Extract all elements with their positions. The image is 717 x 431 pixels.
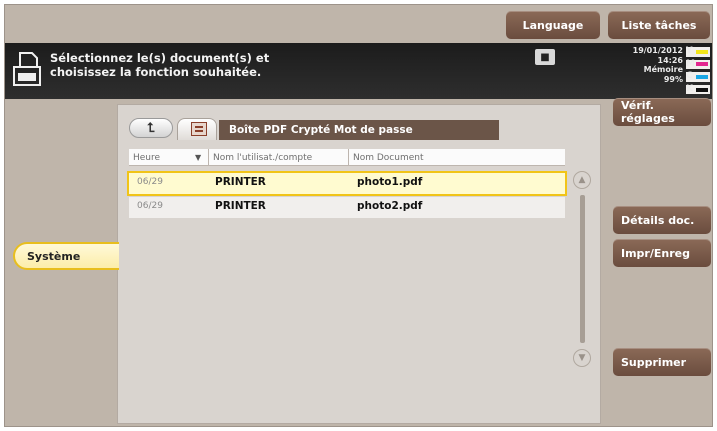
box-icon bbox=[191, 122, 207, 136]
memory-label: Mémoire bbox=[643, 65, 683, 75]
instruction-message: Sélectionnez le(s) document(s) et choisi… bbox=[50, 51, 270, 79]
box-title: Boîte PDF Crypté Mot de passe bbox=[219, 120, 499, 140]
row-user: PRINTER bbox=[215, 200, 266, 212]
status-time: 14:26 bbox=[657, 55, 683, 65]
table-row[interactable]: 06/29 PRINTER photo1.pdf bbox=[127, 171, 567, 196]
toner-bar bbox=[696, 74, 708, 79]
table-row[interactable]: 06/29 PRINTER photo2.pdf bbox=[129, 197, 565, 218]
toner-label: C bbox=[686, 71, 693, 82]
document-list: 06/29 PRINTER photo1.pdf 06/29 PRINTER p… bbox=[127, 171, 567, 221]
box-tab[interactable] bbox=[177, 118, 217, 140]
status-readout: 19/01/2012 14:26 Mémoire 99% bbox=[601, 46, 683, 84]
table-header: Heure ▼ Nom l'utilisat./compte Nom Docume… bbox=[129, 149, 565, 166]
scroll-track[interactable] bbox=[580, 195, 585, 343]
scroll-down-icon[interactable]: ▼ bbox=[573, 349, 591, 367]
memory-value: 99% bbox=[663, 74, 683, 84]
language-button[interactable]: Language bbox=[506, 11, 600, 39]
up-arrow-icon[interactable]: ⮤ bbox=[129, 118, 173, 138]
row-document: photo1.pdf bbox=[357, 176, 423, 188]
toner-label: K bbox=[686, 84, 693, 95]
status-date: 19/01/2012 bbox=[632, 46, 683, 55]
print-save-button[interactable]: Impr/Enreg bbox=[613, 239, 711, 267]
task-list-button[interactable]: Liste tâches bbox=[608, 11, 710, 39]
verify-settings-button[interactable]: Vérif. réglages bbox=[613, 98, 711, 126]
document-icon bbox=[13, 52, 41, 86]
column-header-document[interactable]: Nom Document bbox=[349, 149, 565, 166]
column-header-user[interactable]: Nom l'utilisat./compte bbox=[209, 149, 349, 166]
device-screen: Language Liste tâches Sélectionnez le(s)… bbox=[4, 4, 713, 427]
column-header-time[interactable]: Heure ▼ bbox=[129, 149, 209, 166]
toner-bar bbox=[696, 62, 708, 67]
message-bar: Sélectionnez le(s) document(s) et choisi… bbox=[5, 43, 712, 99]
delete-button[interactable]: Supprimer bbox=[613, 348, 711, 376]
toner-row: K bbox=[686, 85, 710, 95]
toner-bar bbox=[696, 49, 708, 54]
row-time: 06/29 bbox=[137, 177, 163, 187]
toner-row: C bbox=[686, 72, 710, 82]
toner-row: M bbox=[686, 58, 710, 70]
column-label-time: Heure bbox=[133, 152, 161, 163]
toner-bar bbox=[696, 87, 708, 92]
toner-row: Y bbox=[686, 47, 710, 57]
row-time: 06/29 bbox=[137, 201, 163, 211]
sort-down-icon: ▼ bbox=[195, 153, 202, 162]
scroll-up-icon[interactable]: ▲ bbox=[573, 171, 591, 189]
scrollbar[interactable]: ▲ ▼ bbox=[571, 171, 595, 371]
box-status-icon: ■ bbox=[535, 49, 555, 65]
document-details-button[interactable]: Détails doc. bbox=[613, 206, 711, 234]
toner-levels: YMCK bbox=[686, 47, 710, 97]
tab-system[interactable]: Système bbox=[13, 242, 119, 270]
row-document: photo2.pdf bbox=[357, 200, 423, 212]
row-user: PRINTER bbox=[215, 176, 266, 188]
toner-label: M bbox=[686, 58, 695, 69]
toner-label: Y bbox=[686, 46, 693, 57]
